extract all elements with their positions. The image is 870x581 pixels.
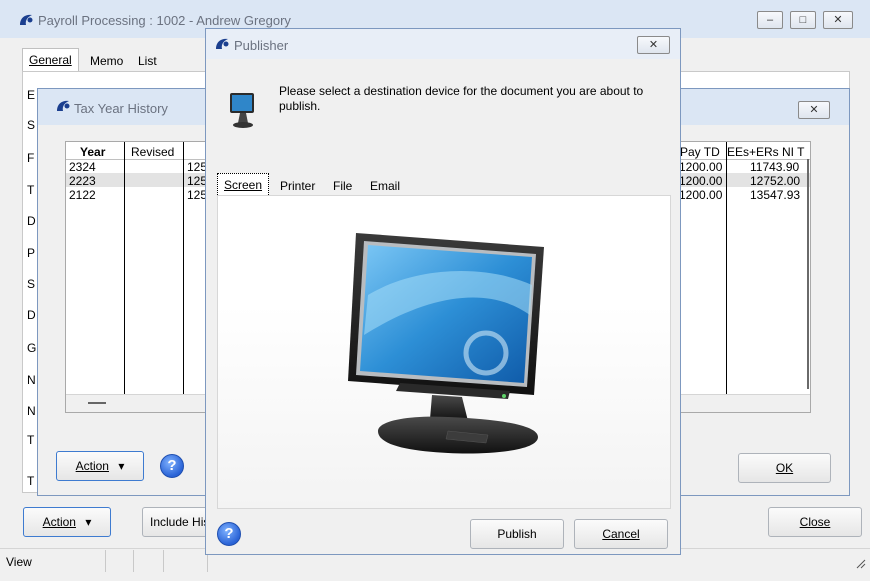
chevron-down-icon: ▾ — [85, 515, 92, 529]
cancel-button[interactable]: Cancel — [574, 519, 668, 549]
tab-general[interactable]: General — [22, 48, 79, 71]
publisher-dialog: Publisher ✕ Please select a destination … — [205, 28, 681, 555]
row-year[interactable]: 2324 — [69, 160, 96, 174]
close-icon: ✕ — [648, 39, 659, 51]
field-label: D — [27, 214, 36, 228]
field-label: S — [27, 118, 36, 132]
field-label: P — [27, 246, 36, 260]
publisher-title: Publisher — [234, 38, 289, 53]
app-logo-icon — [20, 14, 33, 25]
ok-button[interactable]: OK — [738, 453, 831, 483]
tax-history-title: Tax Year History — [74, 101, 168, 116]
col-header-ni[interactable]: EEs+ERs NI T — [727, 145, 807, 159]
field-label: N — [27, 404, 36, 418]
field-label: T — [27, 183, 35, 197]
field-label: F — [27, 151, 35, 165]
field-label: E — [27, 88, 36, 102]
scroll-thumb[interactable] — [88, 402, 106, 404]
tab-printer[interactable]: Printer — [274, 175, 321, 197]
main-action-button[interactable]: Action ▾ — [23, 507, 111, 537]
help-icon[interactable]: ? — [160, 454, 184, 478]
close-icon: ✕ — [809, 104, 819, 116]
chevron-down-icon: ▾ — [118, 459, 125, 473]
status-cell: View — [0, 550, 106, 572]
row-pay[interactable]: 1200.00 — [679, 188, 722, 202]
column-divider — [183, 142, 184, 412]
col-header-pay-td[interactable]: Pay TD — [680, 145, 720, 159]
tab-memo[interactable]: Memo — [84, 50, 129, 72]
minimize-button[interactable]: – — [757, 11, 783, 29]
status-cell — [134, 550, 164, 572]
publisher-message: Please select a destination device for t… — [279, 84, 644, 113]
app-logo-icon — [57, 100, 70, 111]
row-ni[interactable]: 11743.90 — [750, 160, 799, 174]
resize-grip-icon[interactable] — [854, 557, 866, 569]
tab-screen[interactable]: Screen — [217, 173, 270, 197]
row-ni[interactable]: 12752.00 — [750, 174, 800, 188]
col-header-revised[interactable]: Revised — [131, 145, 174, 159]
close-icon: ✕ — [833, 14, 843, 26]
field-label: T — [27, 474, 35, 488]
payroll-title: Payroll Processing : 1002 - Andrew Grego… — [38, 13, 291, 28]
vertical-scrollbar[interactable] — [807, 159, 809, 389]
row-year[interactable]: 2122 — [69, 188, 96, 202]
status-text: View — [6, 555, 32, 569]
publish-button[interactable]: Publish — [470, 519, 564, 549]
tab-email[interactable]: Email — [364, 175, 406, 197]
tax-history-close-button[interactable]: ✕ — [798, 101, 830, 119]
row-year[interactable]: 2223 — [69, 174, 96, 188]
maximize-icon: □ — [799, 14, 807, 26]
tab-file[interactable]: File — [327, 175, 358, 197]
minimize-icon: – — [766, 14, 774, 26]
column-divider — [726, 142, 727, 412]
row-pay[interactable]: 1200.00 — [679, 174, 722, 188]
field-label: T — [27, 433, 35, 447]
row-ni[interactable]: 13547.93 — [750, 188, 800, 202]
field-label: D — [27, 308, 36, 322]
field-label: N — [27, 373, 36, 387]
app-logo-icon — [216, 38, 229, 49]
field-label: S — [27, 277, 36, 291]
close-window-button[interactable]: ✕ — [823, 11, 853, 29]
col-header-year[interactable]: Year — [80, 145, 105, 159]
row-pay[interactable]: 1200.00 — [679, 160, 722, 174]
publisher-close-button[interactable]: ✕ — [637, 36, 670, 54]
status-cell — [164, 550, 208, 572]
tax-history-action-button[interactable]: Action ▾ — [56, 451, 144, 481]
screen-device-icon[interactable] — [338, 225, 554, 457]
close-button[interactable]: Close — [768, 507, 862, 537]
tab-list[interactable]: List — [132, 50, 163, 72]
help-icon[interactable]: ? — [217, 522, 241, 546]
field-label: G — [27, 341, 37, 355]
column-divider — [124, 142, 125, 412]
status-cell — [106, 550, 134, 572]
monitor-icon — [230, 93, 254, 128]
maximize-button[interactable]: □ — [790, 11, 816, 29]
